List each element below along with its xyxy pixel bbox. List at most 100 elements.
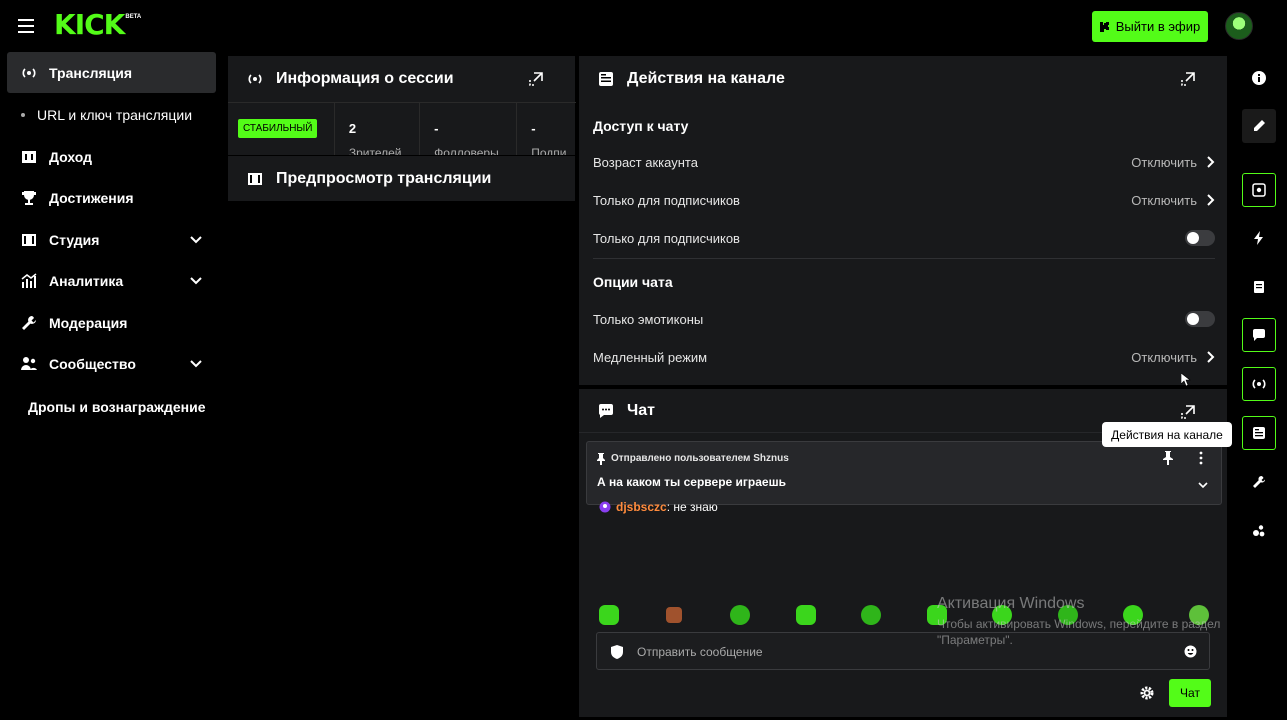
mouse-cursor-icon	[1181, 373, 1191, 387]
sidebar: Трансляция URL и ключ трансляции Доход Д…	[0, 52, 222, 720]
tooltip-text: Действия на канале	[1111, 427, 1223, 442]
pin-icon[interactable]	[1162, 451, 1174, 465]
row-emotes-only: Только эмотиконы	[593, 305, 1215, 333]
wrench-icon	[1252, 475, 1266, 489]
emote-icon[interactable]	[666, 607, 682, 623]
sidebar-item-community[interactable]: Сообщество	[7, 343, 216, 384]
shield-icon[interactable]	[611, 645, 623, 659]
chat-username[interactable]: djsbsczc	[616, 500, 667, 514]
emoji-icon[interactable]	[1184, 645, 1197, 658]
sidebar-item-revenue[interactable]: Доход	[7, 136, 216, 177]
row-label: Только для подписчиков	[593, 192, 740, 208]
emote-icon[interactable]	[927, 605, 947, 625]
sidebar-item-label: Доход	[49, 148, 93, 165]
users-icon	[20, 355, 38, 373]
chart-icon	[20, 272, 38, 290]
emote-icon[interactable]	[1123, 605, 1143, 625]
row-control	[1185, 311, 1215, 327]
chevron-right-icon	[1205, 156, 1215, 168]
more-options-icon[interactable]	[1199, 451, 1203, 465]
kick-logo[interactable]: KICK BETA	[54, 10, 141, 40]
stat-followers: - Фолловеры	[420, 103, 518, 155]
channel-actions-icon	[1252, 426, 1266, 440]
rail-notes-button[interactable]	[1242, 270, 1276, 304]
rail-moderation-button[interactable]	[1242, 465, 1276, 499]
sidebar-item-stream-url-key[interactable]: URL и ключ трансляции	[7, 94, 216, 135]
sidebar-item-label: Аналитика	[49, 272, 124, 289]
rail-edit-button[interactable]	[1242, 109, 1276, 143]
gear-icon[interactable]	[1139, 685, 1155, 701]
subscribers-only-toggle[interactable]	[1185, 230, 1215, 246]
sidebar-item-label: Модерация	[49, 314, 128, 331]
chevron-down-icon[interactable]	[188, 356, 204, 372]
user-avatar[interactable]	[1225, 12, 1253, 40]
emote-icon[interactable]	[992, 605, 1012, 625]
sidebar-item-achievements[interactable]: Достижения	[7, 177, 216, 218]
rail-broadcast-button[interactable]	[1242, 367, 1276, 401]
chevron-down-icon[interactable]	[1197, 480, 1209, 490]
pencil-icon	[1252, 119, 1266, 133]
rail-community-button[interactable]	[1242, 514, 1276, 548]
sidebar-item-moderation[interactable]: Модерация	[7, 302, 216, 343]
sidebar-item-label: Трансляция	[49, 64, 133, 81]
go-live-label: Выйти в эфир	[1115, 19, 1201, 34]
rail-info-button[interactable]	[1242, 61, 1276, 95]
go-live-button[interactable]: Выйти в эфир	[1092, 11, 1208, 42]
studio-icon	[20, 231, 38, 249]
panel-title: Предпросмотр трансляции	[276, 169, 492, 187]
emote-icon[interactable]	[599, 605, 619, 625]
emotes-only-toggle[interactable]	[1185, 311, 1215, 327]
wrench-icon	[20, 314, 38, 332]
emote-icon[interactable]	[1058, 605, 1078, 625]
emote-icon[interactable]	[796, 605, 816, 625]
row-label: Только для подписчиков	[593, 230, 740, 246]
emote-icon[interactable]	[730, 605, 750, 625]
chevron-down-icon[interactable]	[188, 232, 204, 248]
sidebar-item-drops-rewards[interactable]: Дропы и вознаграждение	[7, 386, 216, 427]
sidebar-item-label: Достижения	[49, 189, 134, 206]
document-icon	[1253, 280, 1265, 294]
hamburger-menu-icon[interactable]	[18, 17, 38, 35]
popout-icon[interactable]	[1179, 403, 1197, 421]
broadcast-icon	[246, 70, 264, 88]
chevron-right-icon	[1205, 194, 1215, 206]
stat-value: -	[434, 121, 439, 136]
row-value: Отключить	[1131, 155, 1215, 170]
panel-title: Информация о сессии	[276, 70, 454, 87]
sidebar-item-broadcast[interactable]: Трансляция	[7, 52, 216, 93]
row-account-age[interactable]: Возраст аккаунта Отключить	[593, 148, 1215, 176]
trophy-icon	[20, 189, 38, 207]
beta-badge: BETA	[125, 14, 142, 20]
lightning-icon	[1253, 231, 1265, 245]
row-value-text: Отключить	[1131, 349, 1197, 365]
row-label: Медленный режим	[593, 349, 708, 365]
panel-title: Действия на канале	[627, 70, 785, 87]
sidebar-item-analytics[interactable]: Аналитика	[7, 260, 216, 301]
channel-actions-header: Действия на канале	[579, 56, 1227, 102]
chat-bubble-icon	[597, 402, 615, 420]
chevron-down-icon[interactable]	[188, 273, 204, 289]
chat-message-text: : не знаю	[666, 500, 718, 514]
popout-icon[interactable]	[527, 70, 545, 88]
stream-preview-header[interactable]: Предпросмотр трансляции	[228, 156, 575, 201]
broadcast-icon	[1251, 377, 1267, 391]
emote-icon[interactable]	[861, 605, 881, 625]
row-value-text: Отключить	[1131, 192, 1197, 208]
sidebar-item-studio[interactable]: Студия	[7, 219, 216, 260]
row-subscribers-only[interactable]: Только для подписчиков Отключить	[593, 186, 1215, 214]
info-icon	[1251, 70, 1267, 86]
rail-session-info-button[interactable]	[1242, 173, 1276, 207]
popout-icon[interactable]	[1179, 70, 1197, 88]
stat-value: 2	[348, 121, 357, 136]
chat-input[interactable]: Отправить сообщение	[596, 632, 1210, 670]
rail-channel-actions-button[interactable]	[1242, 416, 1276, 450]
row-value: Отключить	[1131, 350, 1215, 365]
emote-icon[interactable]	[1189, 605, 1209, 625]
sidebar-item-label: Дропы и вознаграждение	[28, 398, 206, 415]
rail-lightning-button[interactable]	[1242, 221, 1276, 255]
pinned-message: Отправлено пользователем Shznus А на как…	[586, 441, 1222, 505]
top-bar: KICK BETA Выйти в эфир	[0, 0, 1287, 52]
rail-chat-button[interactable]	[1242, 318, 1276, 352]
row-slow-mode[interactable]: Медленный режим Отключить	[593, 343, 1215, 371]
chat-send-button[interactable]: Чат	[1169, 679, 1211, 707]
